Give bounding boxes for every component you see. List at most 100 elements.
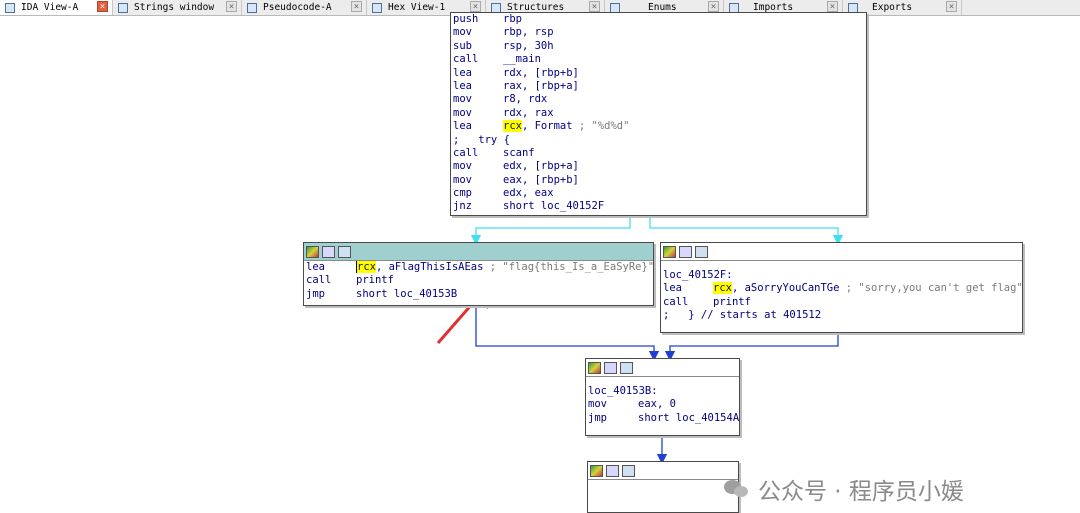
close-icon[interactable]: ×	[946, 1, 957, 12]
close-icon[interactable]: ×	[226, 1, 237, 12]
asm-mnemonic: mov	[453, 93, 472, 106]
block-join[interactable]: loc_40153B: mov eax, 0 jmp short loc_40154A	[585, 358, 740, 436]
asm-operand: , aSorryYouCanTGe	[731, 282, 840, 295]
asm-line: cmp edx, eax	[451, 187, 866, 200]
asm-line: lea rax, [rbp+a]	[451, 80, 866, 93]
asm-mnemonic: mov	[453, 106, 472, 119]
close-icon[interactable]: ×	[351, 1, 362, 12]
tab-label: Exports	[872, 2, 913, 13]
graph-color-icon[interactable]	[663, 245, 676, 258]
asm-line: lea rcx, aSorryYouCanTGe ; "sorry,you can…	[661, 282, 1023, 295]
block-header	[588, 462, 738, 480]
asm-operand: eax, [rbp+b]	[503, 173, 579, 186]
close-icon[interactable]: ×	[470, 1, 481, 12]
asm-operand: printf	[356, 274, 394, 287]
graph-color-icon[interactable]	[588, 361, 601, 374]
chart-icon[interactable]	[695, 245, 708, 258]
asm-operand: short loc_40154A	[638, 411, 740, 424]
block-label: loc_40153B:	[588, 385, 658, 397]
edge-true-branch	[470, 216, 631, 246]
asm-line: push rbp	[451, 13, 866, 26]
wechat-icon	[724, 478, 750, 500]
asm-operand: rdx, rax	[503, 106, 554, 119]
block-main-code: push rbp mov rbp, rsp sub rsp, 30h call __main l…	[451, 13, 866, 214]
edge-false-branch	[649, 216, 844, 246]
close-icon[interactable]: ×	[827, 1, 838, 12]
close-icon[interactable]: ×	[708, 1, 719, 12]
asm-line: sub rsp, 30h	[451, 40, 866, 53]
asm-line: lea rdx, [rbp+b]	[451, 67, 866, 80]
asm-line: lea rcx, Format ; "%d%d"	[451, 120, 866, 133]
asm-comment-line: ; } // starts at 401512	[663, 309, 822, 322]
asm-mnemonic: jnz	[453, 200, 472, 213]
enums-icon	[610, 2, 620, 13]
tab-label: IDA View-A	[21, 2, 79, 13]
asm-mnemonic: call	[453, 146, 479, 159]
structures-icon	[491, 2, 501, 13]
watermark: 公众号 · 程序员小媛	[724, 472, 964, 506]
asm-mnemonic: mov	[453, 173, 472, 186]
block-flag-code: lea rcx, aFlagThisIsAEas ; "flag{this_Is_…	[304, 261, 654, 301]
asm-mnemonic: lea	[453, 66, 472, 79]
close-icon[interactable]: ×	[589, 1, 600, 12]
asm-line: mov rbp, rsp	[451, 26, 866, 39]
block-header	[661, 243, 1022, 261]
asm-line: jmp short loc_40154A	[586, 412, 739, 425]
close-icon[interactable]: ×	[97, 1, 108, 12]
asm-operand: , Format	[521, 120, 573, 133]
asm-operand: rax, [rbp+a]	[503, 79, 579, 92]
asm-mnemonic: lea	[453, 79, 472, 92]
graph-color-icon[interactable]	[306, 245, 319, 258]
asm-operand: rsp, 30h	[503, 39, 554, 52]
chart-icon[interactable]	[620, 361, 633, 374]
asm-operand: short loc_40152F	[503, 200, 605, 213]
asm-mnemonic: jmp	[306, 287, 325, 300]
tab-ida-view-a[interactable]: IDA View-A ×	[0, 0, 113, 15]
asm-operand: rdx, [rbp+b]	[503, 66, 579, 79]
asm-mnemonic: cmp	[453, 187, 472, 200]
asm-operand: scanf	[503, 146, 535, 159]
block-sorry-code: lea rcx, aSorryYouCanTGe ; "sorry,you can…	[661, 282, 1023, 322]
asm-mnemonic: lea	[663, 282, 682, 295]
block-tail[interactable]	[587, 461, 739, 513]
tab-pseudocode-a[interactable]: Pseudocode-A ×	[242, 0, 367, 15]
edge-sorry-to-join	[664, 332, 839, 362]
edit-icon[interactable]	[604, 361, 617, 374]
graph-color-icon[interactable]	[590, 464, 603, 477]
block-sorry[interactable]: loc_40152F: lea rcx, aSorryYouCanTGe ; "s…	[660, 242, 1023, 333]
asm-comment-line: ; try {	[453, 133, 510, 146]
block-label: loc_40152F:	[663, 269, 733, 281]
asm-mnemonic: call	[306, 274, 332, 287]
asm-operand: rbp, rsp	[503, 26, 554, 39]
asm-line: mov rdx, rax	[451, 107, 866, 120]
asm-operand: rbp	[503, 13, 522, 25]
chart-icon[interactable]	[338, 245, 351, 258]
asm-line: mov eax, 0	[586, 398, 739, 411]
tab-label: Strings window	[134, 2, 215, 13]
asm-operand: , aFlagThisIsAEas	[375, 261, 484, 273]
asm-mnemonic: mov	[453, 160, 472, 173]
asm-comment: ; "%d%d"	[578, 120, 630, 133]
asm-operand: short loc_40153B	[356, 287, 458, 300]
asm-mnemonic: call	[663, 295, 689, 308]
asm-line: call printf	[304, 274, 653, 287]
graph-view[interactable]: push rbp mov rbp, rsp sub rsp, 30h call __main l…	[0, 12, 1080, 513]
tab-strings-window[interactable]: Strings window ×	[113, 0, 242, 15]
asm-mnemonic: mov	[588, 398, 607, 411]
asm-line: lea rcx, aFlagThisIsAEas ; "flag{this_Is_…	[304, 261, 654, 274]
pseudocode-icon	[247, 2, 257, 13]
asm-mnemonic: mov	[453, 26, 472, 39]
tab-label: Pseudocode-A	[263, 2, 332, 13]
block-header	[586, 359, 739, 377]
watermark-text: 公众号 · 程序员小媛	[758, 479, 964, 505]
block-flag[interactable]: lea rcx, aFlagThisIsAEas ; "flag{this_Is_…	[303, 242, 654, 306]
edit-icon[interactable]	[322, 245, 335, 258]
edit-icon[interactable]	[606, 464, 619, 477]
block-main[interactable]: push rbp mov rbp, rsp sub rsp, 30h call __main l…	[450, 12, 867, 216]
imports-icon	[729, 2, 739, 13]
block-join-code: mov eax, 0 jmp short loc_40154A	[586, 398, 739, 425]
asm-mnemonic: push	[453, 13, 479, 25]
edit-icon[interactable]	[679, 245, 692, 258]
edge-flag-to-join	[475, 305, 660, 362]
chart-icon[interactable]	[622, 464, 635, 477]
